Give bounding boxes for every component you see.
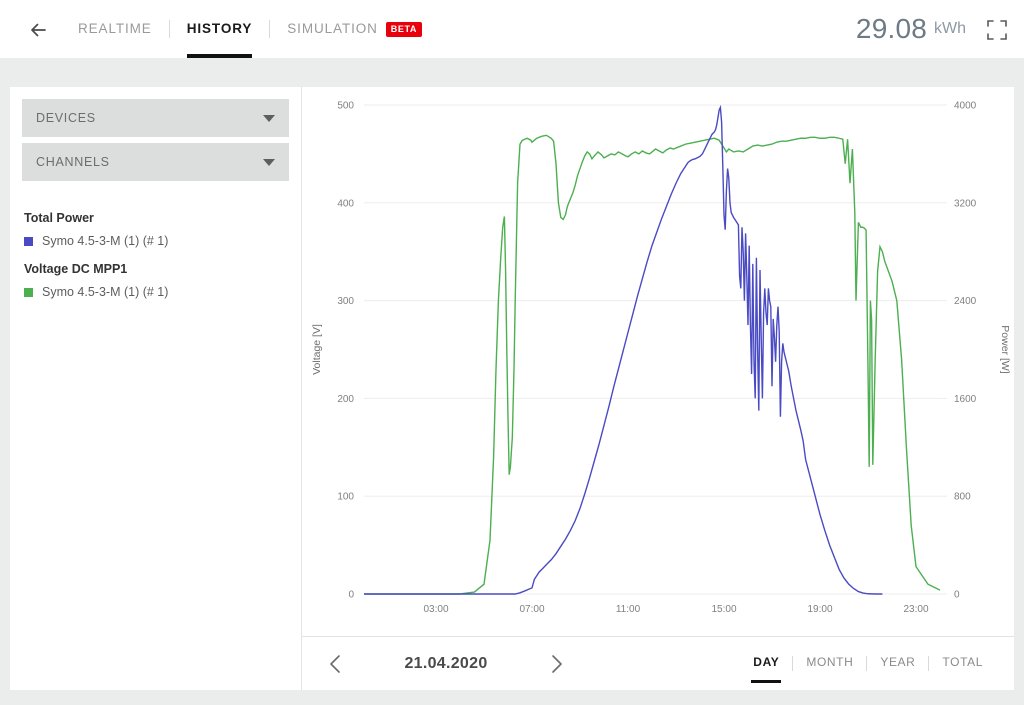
legend-group-title: Voltage DC MPP1 bbox=[24, 262, 128, 276]
svg-text:0: 0 bbox=[954, 590, 960, 601]
legend-item-label: Symo 4.5-3-M (1) (# 1) bbox=[42, 285, 169, 299]
legend: Total Power Symo 4.5-3-M (1) (# 1) Volta… bbox=[22, 211, 289, 299]
legend-swatch bbox=[24, 287, 33, 297]
app-header: REALTIME HISTORY SIMULATION BETA 29.08 kW… bbox=[0, 0, 1024, 58]
range-tab-total[interactable]: TOTAL bbox=[929, 637, 996, 691]
svg-text:500: 500 bbox=[337, 101, 354, 112]
chart-area[interactable]: 0 100 200 300 400 500 0 800 1600 2400 3200 4000 03:0… bbox=[302, 87, 1014, 690]
svg-text:0: 0 bbox=[348, 590, 354, 601]
svg-text:15:00: 15:00 bbox=[711, 604, 736, 615]
svg-text:300: 300 bbox=[337, 296, 354, 307]
energy-unit: kWh bbox=[934, 20, 966, 37]
svg-text:07:00: 07:00 bbox=[519, 604, 544, 615]
date-prev-button[interactable] bbox=[316, 644, 356, 684]
back-button[interactable] bbox=[26, 17, 52, 43]
range-tab-month-label: MONTH bbox=[806, 654, 854, 669]
legend-item[interactable]: Symo 4.5-3-M (1) (# 1) bbox=[24, 285, 289, 299]
svg-text:11:00: 11:00 bbox=[616, 604, 641, 615]
svg-text:100: 100 bbox=[337, 492, 354, 503]
tab-simulation[interactable]: SIMULATION BETA bbox=[270, 0, 439, 58]
history-line-chart: 0 100 200 300 400 500 0 800 1600 2400 3200 4000 03:0… bbox=[311, 101, 1011, 616]
legend-group-total-power: Total Power Symo 4.5-3-M (1) (# 1) bbox=[24, 211, 289, 248]
legend-group-title: Total Power bbox=[24, 211, 94, 225]
legend-item-label: Symo 4.5-3-M (1) (# 1) bbox=[42, 234, 169, 248]
tab-realtime-label: REALTIME bbox=[78, 21, 152, 36]
accordion-channels[interactable]: CHANNELS bbox=[22, 143, 289, 181]
accordion-channels-label: CHANNELS bbox=[36, 155, 110, 169]
range-tab-year[interactable]: YEAR bbox=[867, 637, 928, 691]
svg-text:2400: 2400 bbox=[954, 296, 977, 307]
energy-value: 29.08 bbox=[855, 13, 927, 44]
chevron-down-icon bbox=[263, 158, 275, 166]
svg-text:4000: 4000 bbox=[954, 101, 977, 112]
sidebar: DEVICES CHANNELS Total Power Symo 4.5-3-… bbox=[10, 87, 302, 690]
content-panel: DEVICES CHANNELS Total Power Symo 4.5-3-… bbox=[10, 87, 1014, 690]
range-tab-total-label: TOTAL bbox=[942, 654, 983, 669]
main-nav-tabs: REALTIME HISTORY SIMULATION BETA bbox=[78, 0, 439, 58]
svg-text:3200: 3200 bbox=[954, 198, 977, 209]
chevron-left-icon bbox=[330, 654, 340, 673]
range-tabs: DAY MONTH YEAR TOTAL bbox=[740, 637, 996, 691]
fullscreen-button[interactable] bbox=[984, 17, 1010, 43]
range-tab-day[interactable]: DAY bbox=[740, 637, 792, 691]
tab-history-label: HISTORY bbox=[186, 21, 253, 36]
energy-readout: 29.08 kWh bbox=[856, 0, 966, 58]
accordion-devices[interactable]: DEVICES bbox=[22, 99, 289, 137]
range-tab-year-label: YEAR bbox=[880, 654, 916, 669]
legend-group-voltage-dc-mpp1: Voltage DC MPP1 Symo 4.5-3-M (1) (# 1) bbox=[24, 262, 289, 299]
legend-swatch bbox=[24, 236, 33, 246]
tab-simulation-label: SIMULATION bbox=[287, 21, 378, 36]
date-label: 21.04.2020 bbox=[404, 654, 488, 672]
chevron-down-icon bbox=[263, 114, 275, 122]
fullscreen-expand-icon bbox=[987, 20, 1007, 40]
svg-text:03:00: 03:00 bbox=[423, 604, 448, 615]
svg-text:400: 400 bbox=[337, 198, 354, 209]
svg-text:800: 800 bbox=[954, 492, 971, 503]
chevron-right-icon bbox=[552, 654, 562, 673]
tab-history[interactable]: HISTORY bbox=[170, 0, 270, 58]
svg-text:Power [W]: Power [W] bbox=[999, 325, 1011, 374]
range-tab-month[interactable]: MONTH bbox=[793, 637, 866, 691]
range-tab-day-label: DAY bbox=[753, 654, 780, 669]
beta-badge: BETA bbox=[385, 22, 423, 37]
svg-text:200: 200 bbox=[337, 394, 354, 405]
accordion-devices-label: DEVICES bbox=[36, 111, 96, 125]
legend-item[interactable]: Symo 4.5-3-M (1) (# 1) bbox=[24, 234, 289, 248]
date-next-button[interactable] bbox=[536, 644, 576, 684]
svg-text:19:00: 19:00 bbox=[807, 604, 832, 615]
svg-text:Voltage [V]: Voltage [V] bbox=[311, 324, 323, 375]
tab-realtime[interactable]: REALTIME bbox=[78, 0, 169, 58]
chart-footer: 21.04.2020 DAY MONTH YEAR TOTAL bbox=[302, 636, 1014, 690]
svg-text:23:00: 23:00 bbox=[903, 604, 928, 615]
arrow-left-icon bbox=[31, 23, 46, 37]
svg-text:1600: 1600 bbox=[954, 394, 977, 405]
